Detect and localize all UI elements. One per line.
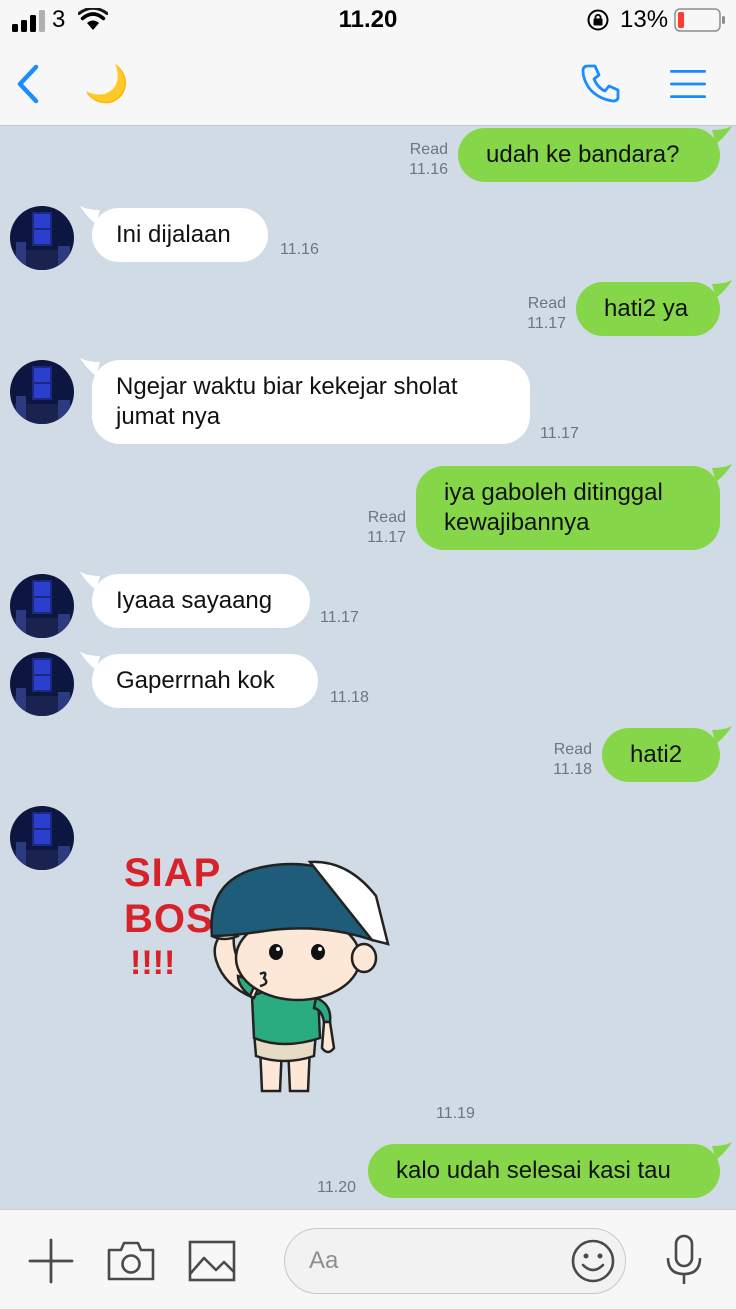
avatar[interactable] (10, 206, 74, 270)
avatar[interactable] (10, 574, 74, 638)
read-receipt: Read 11.18 (553, 741, 592, 778)
chat-area[interactable]: Read 11.16 udah ke bandara? Ini dijalaan… (0, 126, 736, 1209)
chat-bubble[interactable]: kalo udah selesai kasi tau (368, 1144, 720, 1198)
bubble-tail (712, 280, 732, 298)
message-time: 11.17 (320, 609, 359, 626)
bubble-tail (80, 206, 100, 224)
battery-percent: 13% (620, 6, 669, 33)
read-receipt: Read 11.17 (367, 509, 406, 546)
plus-icon[interactable] (28, 1238, 74, 1284)
saluting-boy-illustration (210, 860, 390, 1093)
chat-bubble[interactable]: hati2 ya (576, 282, 720, 336)
read-receipt: Read 11.16 (409, 141, 448, 178)
chat-bubble[interactable]: Ngejar waktu biar kekejar sholat jumat n… (92, 360, 530, 444)
message-time: 11.16 (280, 241, 319, 258)
bubble-tail (712, 126, 732, 144)
chat-bubble[interactable]: iya gaboleh ditinggal kewajibannya (416, 466, 720, 550)
composer-bar (0, 1209, 736, 1309)
chat-bubble[interactable]: udah ke bandara? (458, 128, 720, 182)
chat-title-emoji[interactable]: 🌙 (84, 62, 129, 106)
camera-icon[interactable] (106, 1240, 156, 1282)
bubble-tail (712, 1142, 732, 1160)
back-chevron-icon[interactable] (14, 64, 42, 104)
menu-icon[interactable] (670, 68, 706, 100)
image-icon[interactable] (188, 1240, 236, 1282)
chat-bubble[interactable]: Iyaaa sayaang (92, 574, 310, 628)
message-time: 11.19 (436, 1105, 475, 1122)
avatar[interactable] (10, 806, 74, 870)
chat-bubble[interactable]: Gaperrnah kok (92, 654, 318, 708)
bubble-tail (712, 464, 732, 482)
sticker[interactable]: SIAP BOS !!!! (118, 836, 408, 1106)
bubble-tail (80, 358, 100, 376)
message-time: 11.20 (317, 1179, 356, 1196)
read-receipt: Read 11.17 (527, 295, 566, 332)
bubble-tail (80, 572, 100, 590)
message-time: 11.17 (540, 425, 579, 442)
avatar[interactable] (10, 652, 74, 716)
chat-bubble[interactable]: hati2 (602, 728, 720, 782)
bubble-tail (80, 652, 100, 670)
status-bar: 3 11.20 13% (0, 0, 736, 40)
phone-icon[interactable] (580, 62, 622, 104)
chat-header: 🌙 (0, 40, 736, 126)
message-time: 11.18 (330, 689, 369, 706)
battery-icon (674, 8, 725, 32)
chat-bubble[interactable]: Ini dijalaan (92, 208, 268, 262)
microphone-icon[interactable] (664, 1234, 704, 1286)
bubble-tail (712, 726, 732, 744)
emoji-icon[interactable] (570, 1238, 616, 1284)
avatar[interactable] (10, 360, 74, 424)
rotation-lock-icon (587, 9, 609, 31)
